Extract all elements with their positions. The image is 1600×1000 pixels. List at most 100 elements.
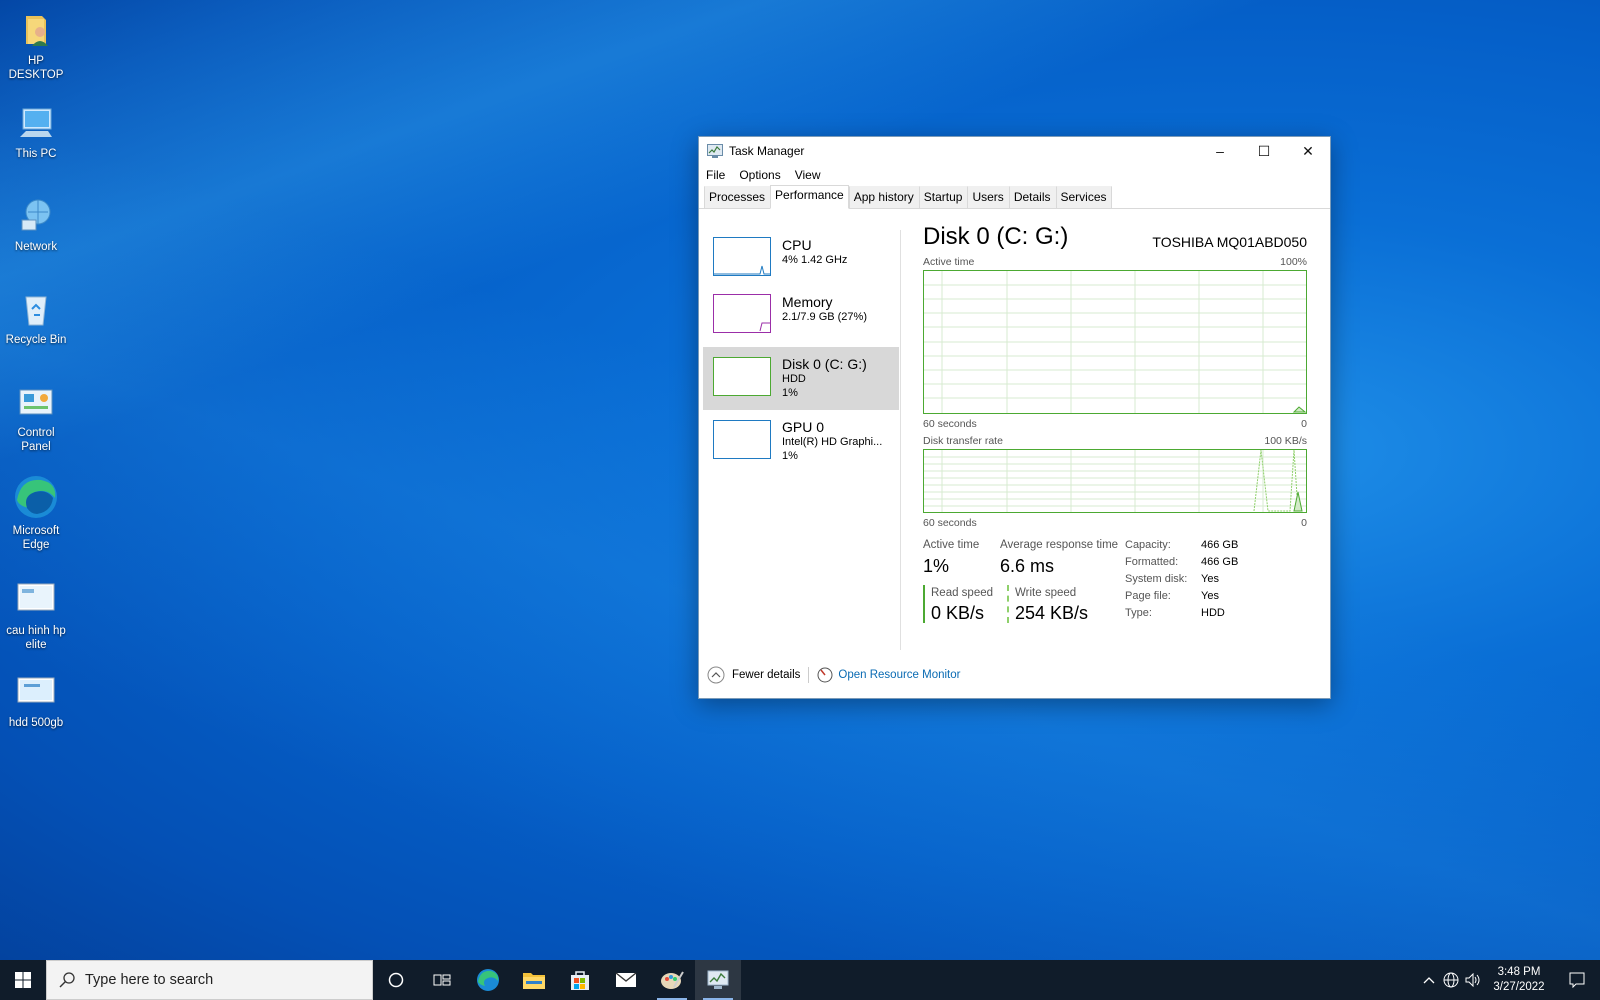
tab-app-history[interactable]: App history bbox=[848, 186, 919, 208]
volume-button[interactable] bbox=[1462, 960, 1484, 1000]
network-status-button[interactable] bbox=[1440, 960, 1462, 1000]
resource-monitor-icon bbox=[817, 667, 833, 683]
read-speed-indicator bbox=[923, 585, 925, 623]
resource-detail: Intel(R) HD Graphi... bbox=[782, 436, 883, 448]
prop-value: Yes bbox=[1201, 590, 1219, 602]
taskbar-edge[interactable] bbox=[465, 960, 511, 1000]
clock-date: 3/27/2022 bbox=[1493, 981, 1545, 993]
resource-item-disk-0[interactable]: Disk 0 (C: G:) HDD 1% bbox=[703, 347, 899, 410]
system-tray: 3:48 PM 3/27/2022 bbox=[1418, 960, 1600, 1000]
prop-label: System disk: bbox=[1125, 573, 1188, 585]
menu-file[interactable]: File bbox=[706, 168, 725, 182]
desktop-icon-recycle-bin[interactable]: Recycle Bin bbox=[0, 289, 72, 347]
resource-detail: 4% 1.42 GHz bbox=[782, 254, 848, 266]
mail-icon bbox=[615, 972, 637, 987]
resource-usage: 1% bbox=[782, 450, 798, 462]
task-manager-icon bbox=[707, 970, 729, 989]
tab-details[interactable]: Details bbox=[1008, 186, 1056, 208]
prop-value: 466 GB bbox=[1201, 539, 1239, 551]
taskbar: Type here to search 3:48 PM 3/27/2022 bbox=[0, 960, 1600, 1000]
minimize-icon: – bbox=[1216, 143, 1224, 159]
title-bar[interactable]: Task Manager – ☐ ✕ bbox=[699, 137, 1330, 165]
desktop-icon-label: Control Panel bbox=[17, 427, 55, 453]
taskbar-task-manager[interactable] bbox=[695, 960, 741, 1000]
desktop-icon-cau-hinh[interactable]: cau hinh hp elite bbox=[0, 580, 72, 652]
graph1-time-right: 0 bbox=[1301, 418, 1307, 430]
resource-name: GPU 0 bbox=[782, 419, 825, 435]
resource-name: Memory bbox=[782, 294, 833, 310]
resource-name: CPU bbox=[782, 237, 812, 253]
show-hidden-icons-button[interactable] bbox=[1418, 960, 1440, 1000]
desktop-icon-hp-desktop[interactable]: HP DESKTOP bbox=[0, 10, 72, 82]
tab-services[interactable]: Services bbox=[1055, 186, 1112, 208]
read-speed-label: Read speed bbox=[931, 587, 994, 599]
resource-item-gpu-0[interactable]: GPU 0 Intel(R) HD Graphi... 1% bbox=[703, 414, 899, 474]
memory-thumbnail-graph bbox=[713, 294, 771, 333]
graph2-time-left: 60 seconds bbox=[923, 517, 977, 529]
open-resource-monitor-link[interactable]: Open Resource Monitor bbox=[838, 669, 960, 681]
resource-list: CPU 4% 1.42 GHz Memory 2.1/7.9 GB (27%) … bbox=[703, 237, 899, 677]
disk-title: Disk 0 (C: G:) bbox=[923, 223, 1069, 250]
taskbar-mail[interactable] bbox=[603, 960, 649, 1000]
prop-label: Formatted: bbox=[1125, 556, 1179, 568]
control-panel-icon bbox=[16, 382, 56, 422]
clock[interactable]: 3:48 PM 3/27/2022 bbox=[1484, 965, 1554, 995]
resource-detail: HDD bbox=[782, 373, 806, 385]
desktop-icon-control-panel[interactable]: Control Panel bbox=[0, 382, 72, 454]
pane-divider bbox=[900, 230, 901, 650]
desktop-icon-label: cau hinh hp elite bbox=[6, 625, 66, 651]
graph2-label: Disk transfer rate bbox=[923, 435, 1003, 447]
taskbar-search-box[interactable]: Type here to search bbox=[46, 960, 373, 1000]
maximize-button[interactable]: ☐ bbox=[1242, 137, 1286, 165]
search-icon bbox=[59, 972, 75, 988]
menu-options[interactable]: Options bbox=[739, 168, 780, 182]
tab-users[interactable]: Users bbox=[967, 186, 1009, 208]
close-icon: ✕ bbox=[1302, 142, 1314, 159]
taskbar-paint-app[interactable] bbox=[649, 960, 695, 1000]
disk-thumbnail-graph bbox=[713, 357, 771, 396]
desktop-icon-this-pc[interactable]: This PC bbox=[0, 103, 72, 161]
tab-processes[interactable]: Processes bbox=[704, 186, 771, 208]
prop-label: Type: bbox=[1125, 607, 1152, 619]
write-speed-indicator bbox=[1007, 585, 1009, 623]
desktop-icon-hdd-500gb[interactable]: hdd 500gb bbox=[0, 672, 72, 730]
footer-separator bbox=[808, 667, 810, 683]
read-speed-value: 0 KB/s bbox=[931, 603, 985, 623]
taskbar-file-explorer[interactable] bbox=[511, 960, 557, 1000]
action-center-button[interactable] bbox=[1554, 960, 1600, 1000]
desktop-icon-network[interactable]: Network bbox=[0, 196, 72, 254]
speaker-icon bbox=[1465, 973, 1480, 987]
prop-label: Page file: bbox=[1125, 590, 1171, 602]
chevron-up-icon bbox=[707, 666, 725, 684]
prop-value: Yes bbox=[1201, 573, 1219, 585]
maximize-icon: ☐ bbox=[1257, 142, 1271, 159]
minimize-button[interactable]: – bbox=[1198, 137, 1242, 165]
prop-value: HDD bbox=[1201, 607, 1225, 619]
desktop-icon-label: Recycle Bin bbox=[5, 334, 67, 346]
menu-bar: File Options View bbox=[699, 165, 1330, 185]
disk-model: TOSHIBA MQ01ABD050 bbox=[1152, 234, 1307, 250]
tab-startup[interactable]: Startup bbox=[918, 186, 968, 208]
fewer-details-label: Fewer details bbox=[732, 669, 801, 681]
close-button[interactable]: ✕ bbox=[1286, 137, 1330, 165]
task-view-icon bbox=[433, 974, 451, 986]
cpu-thumbnail-graph bbox=[713, 237, 771, 276]
desktop-icon-edge[interactable]: Microsoft Edge bbox=[0, 474, 72, 552]
task-view-button[interactable] bbox=[419, 960, 465, 1000]
cortana-button[interactable] bbox=[373, 960, 419, 1000]
resource-detail: 2.1/7.9 GB (27%) bbox=[782, 311, 867, 323]
transfer-rate-graph bbox=[923, 449, 1307, 513]
write-speed-value: 254 KB/s bbox=[1015, 603, 1089, 623]
resource-item-memory[interactable]: Memory 2.1/7.9 GB (27%) bbox=[703, 294, 899, 351]
resource-item-cpu[interactable]: CPU 4% 1.42 GHz bbox=[703, 237, 899, 294]
image-file-icon bbox=[16, 672, 56, 712]
desktop-icon-label: HP DESKTOP bbox=[8, 55, 64, 81]
tab-performance[interactable]: Performance bbox=[770, 185, 849, 209]
taskbar-store[interactable] bbox=[557, 960, 603, 1000]
cortana-circle-icon bbox=[388, 972, 404, 988]
fewer-details-button[interactable]: Fewer details bbox=[707, 666, 800, 684]
prop-value: 466 GB bbox=[1201, 556, 1239, 568]
menu-view[interactable]: View bbox=[795, 168, 821, 182]
start-button[interactable] bbox=[0, 960, 46, 1000]
graph1-label: Active time bbox=[923, 256, 975, 268]
